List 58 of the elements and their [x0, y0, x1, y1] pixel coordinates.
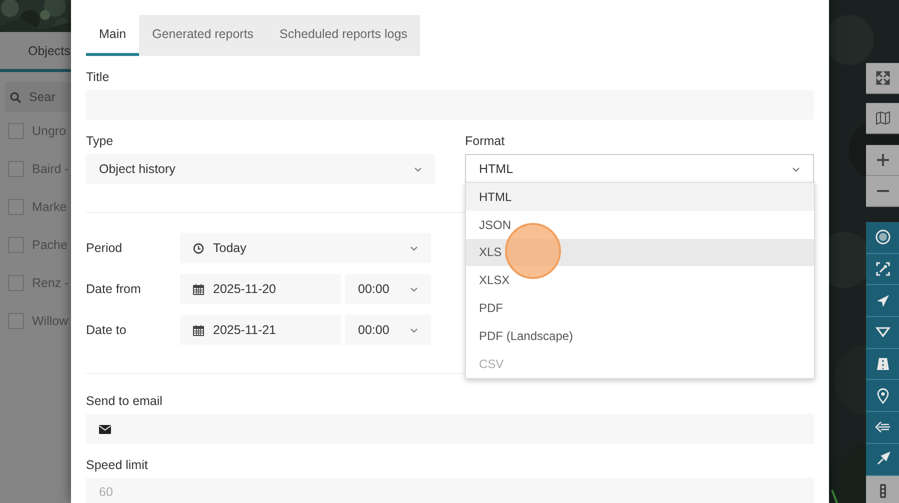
- checkbox[interactable]: [8, 199, 24, 215]
- field-label: Format: [465, 134, 506, 148]
- dropdown-option[interactable]: HTML: [466, 183, 814, 211]
- search-bar[interactable]: Sear: [5, 82, 71, 112]
- checkbox[interactable]: [8, 237, 24, 253]
- dropdown-option[interactable]: PDF (Landscape): [466, 322, 814, 350]
- date-field[interactable]: 2025-11-20: [180, 274, 341, 304]
- calendar-icon: [193, 284, 204, 294]
- field-label: Send to email: [86, 394, 164, 408]
- period-select[interactable]: Today: [180, 233, 431, 263]
- route-arrows-icon[interactable]: [866, 412, 899, 444]
- field-label: Type: [86, 134, 114, 148]
- traffic-light-icon[interactable]: [866, 476, 899, 503]
- search-icon: [10, 92, 21, 102]
- envelope-icon: [99, 424, 111, 434]
- field-label: Date to: [86, 323, 128, 337]
- gauge-icon[interactable]: [866, 222, 899, 254]
- fullscreen-icon[interactable]: [866, 63, 899, 94]
- calendar-icon: [193, 324, 204, 336]
- object-name: Willow: [32, 314, 68, 328]
- time-select[interactable]: 00:00: [345, 274, 431, 304]
- tab[interactable]: Scheduled reports logs: [266, 15, 420, 56]
- road-icon[interactable]: [866, 348, 899, 380]
- focus-icon[interactable]: [866, 254, 899, 286]
- chevron-down-icon: [410, 328, 418, 332]
- location-pin-icon[interactable]: [866, 380, 899, 412]
- date-field[interactable]: 2025-11-21: [180, 315, 341, 345]
- chevron-down-icon: [414, 166, 422, 172]
- dropdown-option[interactable]: XLSX: [466, 266, 814, 294]
- tab[interactable]: Generated reports: [139, 15, 267, 56]
- object-name: Ungro: [32, 124, 66, 138]
- type-select[interactable]: Object history: [86, 154, 435, 184]
- search-field[interactable]: Sear: [29, 90, 69, 104]
- field-label: Date from: [86, 282, 142, 296]
- time-select[interactable]: 00:00: [345, 315, 431, 345]
- clock-icon: [193, 242, 204, 254]
- checkbox[interactable]: [8, 161, 24, 177]
- object-name: Renz -: [32, 276, 69, 290]
- field-label: Speed limit: [86, 458, 149, 472]
- checkbox[interactable]: [8, 275, 24, 291]
- map-icon[interactable]: [866, 103, 899, 134]
- zoom-out-icon[interactable]: [866, 176, 899, 207]
- object-name: Marke: [32, 200, 67, 214]
- field-label: Title: [86, 70, 110, 84]
- email-field[interactable]: [86, 414, 814, 444]
- zoom-in-icon[interactable]: [866, 145, 899, 176]
- speed-limit-field[interactable]: 60: [86, 478, 814, 503]
- dropdown-option[interactable]: JSON: [466, 210, 814, 239]
- checkbox[interactable]: [8, 313, 24, 329]
- chevron-down-icon: [410, 286, 418, 292]
- field-label: Period: [86, 241, 124, 255]
- checkbox[interactable]: [8, 123, 24, 139]
- object-name: Pache: [32, 238, 68, 252]
- dropdown-option[interactable]: PDF: [466, 294, 814, 322]
- format-select[interactable]: HTML: [465, 154, 814, 184]
- object-name: Baird -: [32, 162, 69, 176]
- chevron-down-icon: [792, 166, 800, 172]
- chevron-down-icon: [410, 246, 418, 250]
